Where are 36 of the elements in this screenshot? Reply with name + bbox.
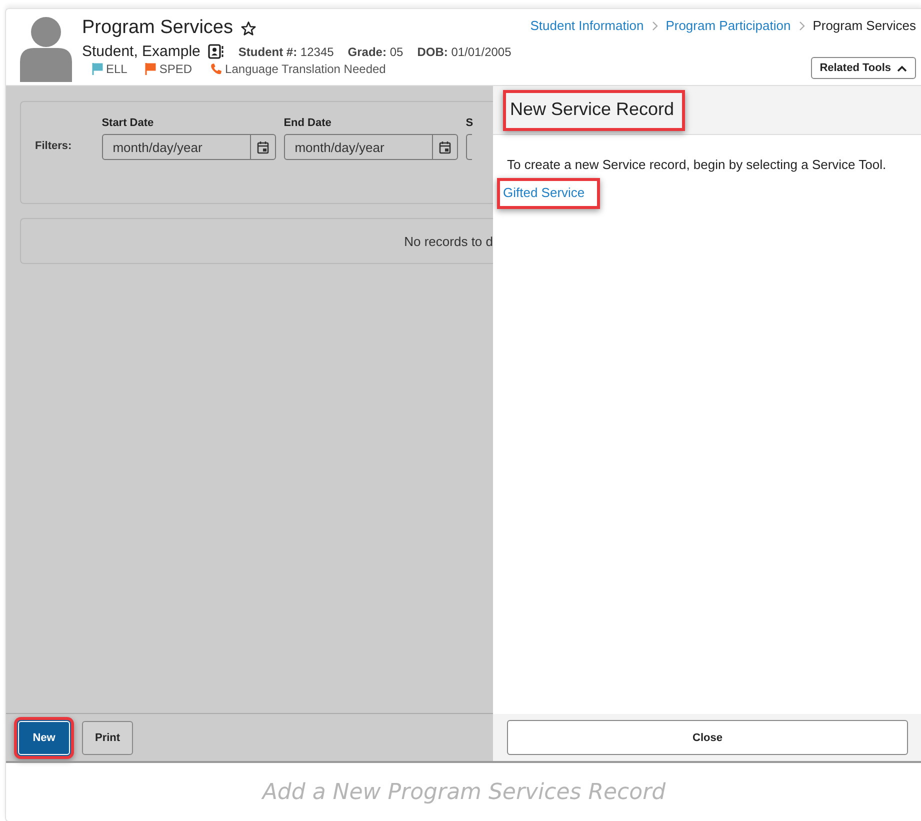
page-title: Program Services [82, 17, 233, 39]
date-input[interactable]: month/day/year [102, 135, 250, 159]
calendar-icon [438, 140, 451, 154]
filter-field[interactable] [466, 134, 472, 160]
avatar-icon [20, 16, 72, 82]
filters-label: Filters: [35, 140, 72, 152]
filter-label: S [466, 117, 474, 129]
print-button[interactable]: Print [82, 720, 134, 754]
star-icon[interactable] [241, 21, 256, 36]
student-detail: DOB: 01/01/2005 [417, 44, 512, 58]
flag-label: SPED [159, 62, 192, 76]
panel-title: New Service Record [503, 90, 686, 130]
chevron-up-icon [897, 64, 907, 72]
close-button[interactable]: Close [507, 720, 908, 755]
contact-card-icon[interactable] [208, 44, 224, 59]
related-tools-button[interactable]: Related Tools [810, 57, 916, 79]
filter-label: Start Date [102, 117, 155, 129]
breadcrumb-link[interactable]: Student Information [530, 18, 644, 33]
empty-message: No records to d [404, 234, 493, 248]
chevron-right-icon [650, 20, 660, 30]
chevron-right-icon [796, 20, 807, 30]
student-detail: Student #: 12345 [238, 44, 334, 58]
date-picker[interactable]: month/day/year [102, 134, 276, 160]
student-detail: Grade: 05 [348, 44, 404, 58]
flag-label: ELL [106, 62, 128, 76]
caption: Add a New Program Services Record [262, 780, 666, 804]
filter-label: End Date [284, 117, 332, 129]
instruction-text: To create a new Service record, begin by selecting a Service Tool. [507, 157, 886, 172]
date-input[interactable]: month/day/year [284, 135, 432, 159]
flag-label: Language Translation Needed [225, 62, 386, 76]
student-name: Student, Example [82, 43, 200, 60]
breadcrumb-current: Program Services [812, 18, 916, 33]
service-tool-link[interactable]: Gifted Service [497, 178, 600, 209]
breadcrumb-link[interactable]: Program Participation [666, 18, 791, 33]
calendar-icon [256, 140, 269, 154]
date-picker[interactable]: month/day/year [284, 134, 458, 160]
